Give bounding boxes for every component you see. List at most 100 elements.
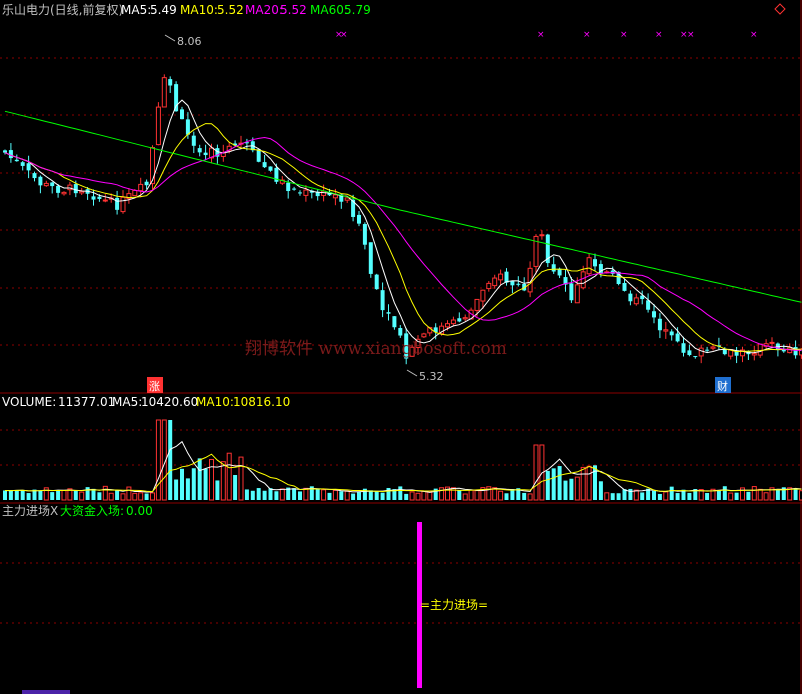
candle-body [191, 135, 196, 146]
volume-bar [244, 489, 249, 500]
volume-bar [415, 492, 421, 501]
zhang-marker: 涨 [149, 380, 160, 393]
volume-bar [168, 420, 173, 500]
volume-bar [545, 470, 550, 500]
volume-bar [374, 491, 379, 500]
volume-bar [61, 489, 67, 501]
candle-body [14, 159, 19, 162]
volume-bar [586, 465, 592, 501]
volume-bar [457, 490, 462, 500]
candle-body [50, 182, 55, 187]
volume-bar [321, 489, 327, 501]
volume-bar [462, 493, 468, 501]
volume-bar [20, 490, 25, 500]
ma10-value: 5.52 [217, 3, 244, 17]
volume-bar [132, 492, 138, 501]
candle-body [681, 343, 686, 353]
candle-body [480, 289, 486, 302]
volume-bar [527, 493, 533, 501]
volume-label: VOLUME: [2, 395, 56, 409]
volume-bar [14, 490, 19, 500]
candle-body [646, 300, 651, 310]
stock-chart[interactable]: ×× × × × × × × × 翔博软件 www.xiangbosoft.com 乐山电力(… [0, 0, 802, 694]
volume-bar [203, 468, 208, 500]
volume-bar [687, 492, 692, 500]
candle-body [462, 317, 468, 320]
candle-body [710, 346, 716, 349]
volume-ma10-label: MA10: [196, 395, 234, 409]
candle-body [150, 147, 155, 185]
volume-bar [716, 490, 721, 500]
candle-body [586, 257, 592, 275]
watermark: 翔博软件 www.xiangbosoft.com [245, 339, 507, 359]
candle-body [61, 191, 67, 195]
candle-body [657, 318, 662, 331]
candle-body [102, 199, 108, 202]
ma20-label: MA20: [245, 3, 283, 17]
volume-bar [108, 492, 114, 501]
x-marker: × [687, 30, 695, 40]
candle-body [97, 196, 102, 199]
volume-bar [174, 479, 179, 500]
volume-ma-lines [4, 440, 802, 493]
candle-body [138, 183, 144, 192]
candle-body [180, 109, 184, 120]
candle-body [91, 196, 96, 200]
candle-body [8, 150, 13, 159]
candle-body [174, 84, 179, 112]
volume-bar [663, 491, 669, 501]
indicator-sub-label: 大资金入场: [60, 503, 124, 518]
volume-bar [421, 490, 427, 501]
volume-bar [633, 489, 639, 501]
volume-bar [574, 476, 580, 501]
volume-bar [404, 493, 409, 500]
volume-bar [580, 466, 586, 501]
candle-body [286, 182, 291, 192]
volume-bar [215, 480, 220, 500]
candle-body [539, 234, 545, 237]
candle-body [698, 347, 704, 357]
candle-body [132, 189, 138, 197]
volume-bar [557, 466, 562, 500]
volume-bar [522, 492, 527, 500]
volume-bar [209, 458, 214, 501]
volume-bar [439, 487, 445, 501]
candle-body [574, 284, 580, 304]
candle-body [757, 343, 763, 356]
volume-bar [604, 492, 610, 501]
candle-body [628, 293, 633, 302]
candle-body [262, 162, 267, 168]
candle-body [705, 349, 710, 351]
volume-bar [191, 468, 196, 500]
volume-bar [675, 493, 680, 500]
diamond-icon[interactable] [774, 3, 786, 15]
candle-body [120, 196, 126, 213]
x-marker: × [620, 30, 628, 40]
volume-bar [616, 493, 621, 500]
volume-bar [368, 490, 373, 500]
candle-body [298, 192, 302, 194]
candle-body [3, 150, 7, 153]
x-marker: × [583, 30, 591, 40]
volume-bar [652, 490, 656, 500]
volume-bar [339, 491, 344, 500]
candle-body [687, 350, 692, 356]
volume-bar [298, 491, 302, 500]
volume-bar [705, 493, 710, 500]
volume-bar [233, 475, 238, 500]
candle-body [374, 274, 379, 290]
candle-body [155, 106, 161, 146]
candle-body [457, 318, 462, 322]
candle-body [652, 311, 656, 318]
candle-body [43, 182, 49, 187]
candle-body [693, 356, 698, 358]
bottom-strip [22, 690, 70, 694]
volume-bar [569, 478, 574, 500]
ma5-line [4, 99, 802, 354]
candle-body [56, 185, 61, 193]
candle-body [498, 273, 504, 281]
high-pointer [164, 34, 176, 42]
volume-bar [56, 490, 61, 500]
candle-body [663, 329, 669, 332]
high-label: 8.06 [177, 35, 202, 48]
